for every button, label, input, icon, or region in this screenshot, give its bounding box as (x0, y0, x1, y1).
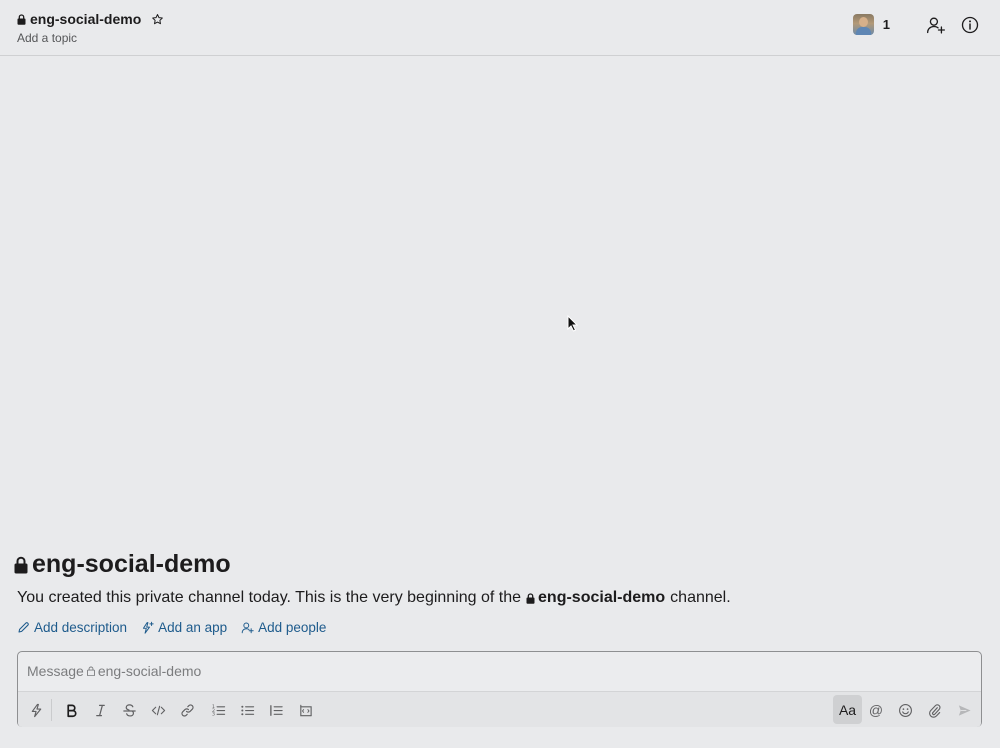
intro-text-after: channel. (670, 589, 731, 606)
bold-button[interactable] (61, 700, 81, 720)
message-placeholder-prefix: Message (27, 663, 84, 679)
add-description-label: Add description (34, 620, 128, 635)
channel-header: eng-social-demo Add a topic 1 (0, 0, 1000, 56)
pencil-icon (18, 622, 29, 633)
at-sign-icon: @ (868, 702, 884, 718)
lightning-plus-icon (143, 621, 154, 634)
channel-intro-title: eng-social-demo (14, 550, 231, 579)
emoji-icon (898, 703, 912, 717)
link-icon (180, 703, 194, 717)
formatting-toolbar: 1 2 3 Aa @ (18, 691, 981, 727)
header-actions: 1 (852, 14, 980, 35)
strikethrough-icon (122, 703, 136, 717)
channel-title[interactable]: eng-social-demo (17, 11, 164, 27)
paperclip-icon (928, 703, 941, 718)
bulleted-list-button[interactable] (237, 700, 257, 720)
blockquote-icon (269, 704, 283, 716)
shortcuts-button[interactable] (26, 700, 46, 720)
add-people-label: Add people (258, 620, 327, 635)
member-count: 1 (882, 17, 890, 32)
lightning-icon (31, 703, 41, 717)
ordered-list-icon: 1 2 3 (211, 704, 225, 717)
svg-text:3: 3 (211, 711, 214, 717)
bold-icon (66, 704, 76, 717)
toolbar-divider (51, 699, 52, 721)
members-button[interactable]: 1 (852, 14, 890, 35)
message-placeholder-channel: eng-social-demo (97, 663, 202, 679)
add-topic-link[interactable]: Add a topic (17, 31, 77, 45)
formatting-toggle-button[interactable]: Aa (833, 695, 862, 724)
lock-icon (526, 592, 535, 604)
italic-button[interactable] (90, 700, 110, 720)
lock-icon (86, 666, 95, 676)
add-person-icon (241, 622, 254, 634)
intro-channel-mention[interactable]: eng-social-demo (538, 589, 665, 607)
link-button[interactable] (177, 700, 197, 720)
formatting-toggle-label: Aa (838, 701, 857, 718)
add-description-button[interactable]: Add description (17, 620, 127, 635)
strikethrough-button[interactable] (119, 700, 139, 720)
channel-name: eng-social-demo (30, 11, 142, 27)
blockquote-button[interactable] (266, 700, 286, 720)
send-button[interactable] (954, 700, 974, 720)
mention-button[interactable]: @ (866, 700, 886, 720)
avatar (852, 14, 874, 35)
italic-icon (95, 704, 105, 716)
ordered-list-button[interactable]: 1 2 3 (208, 700, 228, 720)
code-block-button[interactable] (295, 700, 315, 720)
emoji-button[interactable] (895, 700, 915, 720)
add-people-button[interactable]: Add people (241, 620, 326, 635)
send-icon (958, 704, 971, 716)
lock-icon (14, 556, 28, 573)
attach-button[interactable] (924, 700, 944, 720)
channel-intro-text: You created this private channel today. … (17, 589, 731, 607)
bulleted-list-icon (240, 705, 254, 715)
message-input[interactable]: Message eng-social-demo (27, 663, 201, 679)
mouse-cursor-icon (567, 315, 578, 332)
info-icon[interactable] (960, 15, 980, 35)
message-composer: Message eng-social-demo 1 2 3 Aa @ (17, 651, 982, 727)
code-button[interactable] (148, 700, 168, 720)
add-app-label: Add an app (158, 620, 228, 635)
intro-text-before: You created this private channel today. … (17, 589, 522, 606)
code-block-icon (299, 704, 312, 716)
lock-icon (17, 13, 26, 25)
intro-channel-name: eng-social-demo (32, 550, 231, 578)
add-person-icon[interactable] (926, 15, 946, 35)
channel-intro-actions: Add description Add an app Add people (17, 620, 326, 635)
star-icon[interactable] (151, 13, 164, 26)
code-icon (151, 705, 165, 715)
add-app-button[interactable]: Add an app (141, 620, 227, 635)
